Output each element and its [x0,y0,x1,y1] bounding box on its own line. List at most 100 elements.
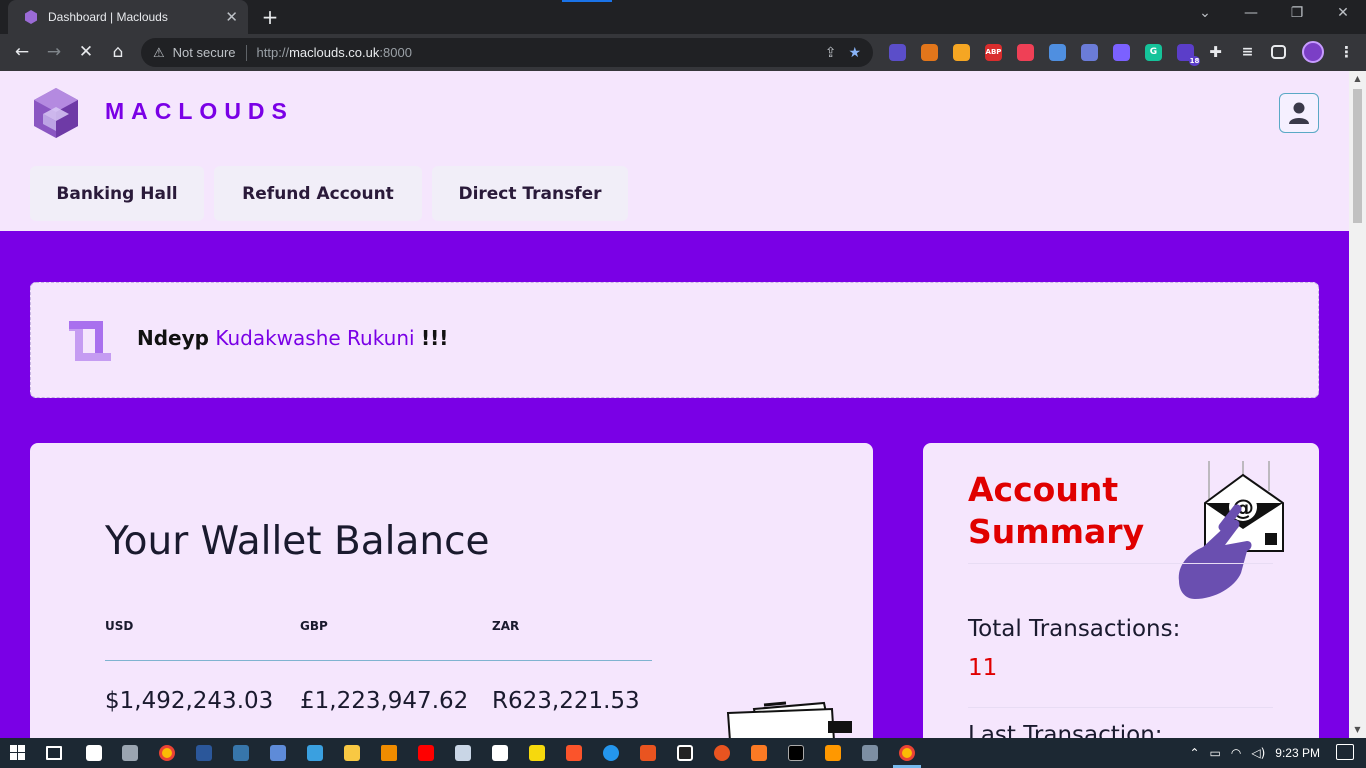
maclouds-logo-icon[interactable] [33,87,79,139]
url-host: maclouds.co.uk [289,45,380,60]
browser-tab[interactable]: Dashboard | Maclouds ✕ [8,0,248,34]
battery-icon[interactable]: ▭ [1210,746,1221,760]
tab-title: Dashboard | Maclouds [48,10,168,24]
browser-toolbar: ← → ✕ ⌂ ⚠ Not secure http://maclouds.co.… [0,34,1366,71]
summary-divider-1 [968,563,1273,564]
wallet-title: Your Wallet Balance [105,519,490,564]
youtube-icon[interactable] [418,745,434,761]
task-view-icon[interactable] [46,746,62,760]
user-icon [1289,102,1309,124]
taskbar-app-2-icon[interactable] [492,745,508,761]
grammarly-extension-icon[interactable]: G [1145,44,1162,61]
close-tab-icon[interactable]: ✕ [225,8,238,26]
keyboard-icon[interactable] [270,745,286,761]
scroll-down-icon[interactable]: ▼ [1349,722,1366,738]
tab-banking-hall[interactable]: Banking Hall [30,166,204,221]
profile-avatar-icon[interactable] [1302,41,1324,63]
wallet-balance-card: Your Wallet Balance USD GBP ZAR $1,492,2… [30,443,873,738]
clock[interactable]: 9:23 PM [1275,746,1320,760]
docker-icon[interactable] [603,745,619,761]
drop-extension-icon[interactable] [1049,44,1066,61]
greeting-suffix: !!! [420,326,449,350]
ubuntu-alt-icon[interactable] [714,745,730,761]
summary-divider-2 [968,707,1273,708]
chrome-active-icon[interactable] [899,745,915,761]
volume-icon[interactable]: ◁) [1251,746,1265,760]
bookmark-star-icon[interactable]: ★ [848,44,861,61]
window-close-icon[interactable]: ✕ [1332,5,1354,21]
browser-tabbar: Dashboard | Maclouds ✕ + ⌄ — ❐ ✕ [0,0,1366,34]
maclouds-favicon-icon [24,10,38,24]
notepad-icon[interactable] [455,745,471,761]
app-notes-icon[interactable] [307,745,323,761]
balance-usd: $1,492,243.03 [105,688,274,714]
ghost-extension-icon[interactable] [889,44,906,61]
word-icon[interactable] [196,745,212,761]
user-account-button[interactable] [1279,93,1319,133]
metamask-extension-icon[interactable] [921,44,938,61]
sublime-icon[interactable] [825,745,841,761]
abp-extension-icon[interactable]: ABP [985,44,1002,61]
url-text[interactable]: http://maclouds.co.uk:8000 [257,45,813,60]
network-app-icon[interactable] [862,745,878,761]
welcome-message: Ndeyp Kudakwashe Rukuni !!! [137,326,448,350]
scrollbar-thumb[interactable] [1353,89,1362,223]
python-icon[interactable] [233,745,249,761]
extensions-puzzle-icon[interactable]: ✚ [1207,44,1224,61]
wallet-divider [105,660,652,661]
brave-icon[interactable] [566,745,582,761]
back-icon[interactable]: ← [10,40,34,64]
windows-start-icon[interactable] [10,745,26,761]
not-secure-icon[interactable]: ⚠ [153,45,165,61]
total-transactions-value: 11 [968,655,998,681]
page-scrollbar[interactable]: ▲ ▼ [1349,71,1366,738]
minimize-icon[interactable]: — [1240,5,1262,21]
url-port: :8000 [379,45,412,60]
spark-extension-icon[interactable] [953,44,970,61]
tab-direct-transfer[interactable]: Direct Transfer [432,166,628,221]
email-hand-illustration-icon: @ [1178,461,1284,599]
summary-title: Account Summary [968,470,1145,551]
stop-loading-icon[interactable]: ✕ [74,40,98,64]
file-explorer-icon[interactable] [344,745,360,761]
system-tray: ⌃ ▭ ◠ ◁) 9:23 PM [1189,738,1320,768]
currency-code-usd: USD [105,619,134,633]
bolt-extension-icon[interactable] [1113,44,1130,61]
side-panel-icon[interactable] [1271,45,1286,59]
restore-icon[interactable]: ❐ [1286,5,1308,21]
chrome-taskbar-icon[interactable] [159,745,175,761]
security-label[interactable]: Not secure [173,45,236,60]
cursor-extension-icon[interactable] [1081,44,1098,61]
chrome-menu-icon[interactable]: ⋮ [1338,44,1355,61]
taskbar-app-1-icon[interactable] [86,745,102,761]
tab-refund-account[interactable]: Refund Account [214,166,422,221]
tray-overflow-icon[interactable]: ⌃ [1189,746,1199,760]
address-bar[interactable]: ⚠ Not secure http://maclouds.co.uk:8000 … [141,38,873,67]
ubuntu-icon[interactable] [640,745,656,761]
tab-search-icon[interactable]: ⌄ [1194,5,1216,21]
new-tab-button[interactable]: + [258,5,282,29]
sticky-notes-icon[interactable] [529,745,545,761]
calculator-icon[interactable] [122,745,138,761]
user-name: Kudakwashe Rukuni [215,326,415,350]
wifi-icon[interactable]: ◠ [1231,746,1241,760]
account-summary-card: Account Summary @ Total Transactions: 11… [923,443,1319,738]
terminal-icon[interactable] [788,745,804,761]
pocket-extension-icon[interactable] [1017,44,1034,61]
balance-zar: R623,221.53 [492,688,640,714]
wallet-illustration-icon [726,701,852,738]
share-icon[interactable]: ⇪ [825,44,837,61]
extension-badge: 18 [1189,56,1200,66]
linux-icon[interactable] [677,745,693,761]
url-scheme: http:// [256,45,290,60]
brand-name[interactable]: MACLOUDS [105,98,294,125]
xampp-icon[interactable] [751,745,767,761]
forward-icon[interactable]: → [42,40,66,64]
reading-list-icon[interactable]: ≡ [1239,44,1256,61]
vlc-icon[interactable] [381,745,397,761]
windows-taskbar: ⌃ ▭ ◠ ◁) 9:23 PM [0,738,1366,768]
total-transactions-label: Total Transactions: [968,616,1181,642]
notifications-icon[interactable] [1336,744,1354,760]
scroll-up-icon[interactable]: ▲ [1349,71,1366,87]
home-icon[interactable]: ⌂ [106,40,130,64]
